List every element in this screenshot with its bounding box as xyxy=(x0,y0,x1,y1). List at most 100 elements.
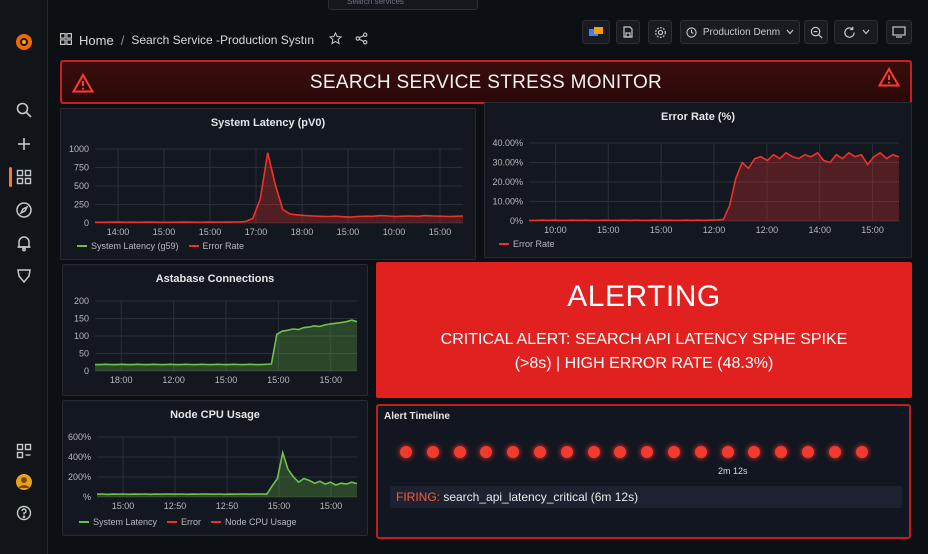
panel-error-rate[interactable]: Error Rate (%) 40.00% 30.00% 20.00% 10.00% 0… xyxy=(484,102,912,258)
top-bar: Home / Search Service -Production Systın… xyxy=(48,10,928,62)
grafana-logo-icon[interactable] xyxy=(14,32,34,52)
firing-alert-row[interactable]: FIRING: search_api_latency_critical (6m … xyxy=(390,486,902,508)
alert-status-panel[interactable]: ALERTING CRITICAL ALERT: SEARCH API LATE… xyxy=(376,262,912,398)
dashboards-icon[interactable] xyxy=(14,167,34,187)
x-tick-label: 10:00 xyxy=(383,227,406,237)
chart-legend: System Latency Error Node CPU Usage xyxy=(79,517,297,527)
legend-item[interactable]: Node CPU Usage xyxy=(211,517,297,527)
legend-item[interactable]: Error Rate xyxy=(499,239,555,249)
save-dashboard-button[interactable] xyxy=(616,20,640,44)
y-tick-label: 200 xyxy=(74,296,89,306)
x-tick-label: 14:00 xyxy=(808,225,831,235)
zoom-out-button[interactable] xyxy=(804,20,828,44)
alert-status: ALERTING xyxy=(567,280,721,313)
gear-icon xyxy=(654,26,666,38)
alert-timeline-panel[interactable]: Alert Timeline 2m 12s FIRING: search_api… xyxy=(376,404,911,539)
legend-label: System Latency (g59) xyxy=(91,241,179,251)
legend-item[interactable]: System Latency (g59) xyxy=(77,241,179,251)
top-search-input[interactable]: Search services xyxy=(328,0,478,10)
timeline-event-dot[interactable] xyxy=(560,446,573,458)
search-icon[interactable] xyxy=(14,100,34,120)
timeline-event-dot[interactable] xyxy=(668,446,680,458)
bell-icon[interactable] xyxy=(14,233,34,253)
timeline-event-dot[interactable] xyxy=(694,446,707,458)
legend-item[interactable]: Error xyxy=(167,517,201,527)
x-tick-label: 18:00 xyxy=(291,227,314,237)
x-tick-label: 15:00 xyxy=(861,225,884,235)
series-area xyxy=(95,152,463,223)
plugins-icon[interactable] xyxy=(14,441,34,461)
y-tick-label: 0% xyxy=(510,216,523,226)
x-tick-label: 15:00 xyxy=(268,501,291,511)
x-tick-label: 15:00 xyxy=(199,227,222,237)
timeline-event-dot[interactable] xyxy=(426,446,439,458)
refresh-icon xyxy=(843,26,855,38)
x-tick-label: 15:00 xyxy=(153,227,176,237)
panel-title: Alert Timeline xyxy=(384,411,450,422)
y-tick-label: 150 xyxy=(74,314,89,324)
help-icon[interactable] xyxy=(14,503,34,523)
stress-monitor-banner: SEARCH SERVICE STRESS MONITOR xyxy=(60,60,912,104)
timeline-event-dot[interactable] xyxy=(587,446,600,458)
timeline-event-dot[interactable] xyxy=(507,446,520,458)
x-tick-label: 15:00 xyxy=(267,375,290,385)
breadcrumb-dashboard[interactable]: Search Service -Production Systın xyxy=(131,33,314,47)
warning-icon xyxy=(878,67,900,87)
y-tick-label: 200% xyxy=(68,472,91,482)
latency-chart: 1000 750 500 250 0 14:00 15:00 15:00 17:00 18:00 1… xyxy=(69,144,464,237)
x-tick-label: 12:00 xyxy=(703,225,726,235)
database-connections-chart: 200 150 100 50 0 18:00 12:00 15:00 15:00 15:00 xyxy=(74,296,358,385)
panel-database-connections[interactable]: Astabase Connections 200 150 100 50 0 18:00 12… xyxy=(62,264,368,396)
y-tick-label: 50 xyxy=(79,349,89,359)
x-tick-label: 15:00 xyxy=(650,225,673,235)
timeline-event-dot[interactable] xyxy=(748,446,761,458)
settings-button[interactable] xyxy=(648,20,672,44)
timeline-event-dot[interactable] xyxy=(400,446,412,458)
star-icon[interactable] xyxy=(328,31,343,48)
breadcrumb: Home / Search Service -Production Systın xyxy=(60,31,368,48)
timeline-event-dot[interactable] xyxy=(614,446,627,458)
panel-system-latency[interactable]: System Latency (pV0) 1000 750 500 250 0 14:00… xyxy=(60,108,476,260)
x-tick-label: 12:50 xyxy=(216,501,239,511)
timeline-event-dot[interactable] xyxy=(453,446,466,458)
chart-legend: System Latency (g59) Error Rate xyxy=(77,241,244,251)
timeline-event-dot[interactable] xyxy=(802,446,814,458)
y-tick-label: 0 xyxy=(84,218,89,228)
timeline-event-dot[interactable] xyxy=(721,446,734,458)
explore-icon[interactable] xyxy=(14,200,34,220)
legend-item[interactable]: System Latency xyxy=(79,517,157,527)
timeline-event-dot[interactable] xyxy=(480,446,493,458)
chevron-down-icon xyxy=(862,29,869,35)
x-tick-label: 15:00 xyxy=(320,375,343,385)
y-tick-label: 400% xyxy=(68,452,91,462)
y-tick-label: 40.00% xyxy=(492,138,523,148)
y-tick-label: 1000 xyxy=(69,144,89,154)
timeline-event-dot[interactable] xyxy=(534,446,546,458)
avatar[interactable] xyxy=(14,472,34,492)
panel-node-cpu-usage[interactable]: Node CPU Usage 600% 400% 200%% 15:00 12:50 12… xyxy=(62,400,368,536)
refresh-button[interactable] xyxy=(834,20,878,44)
timeline-event-dot[interactable] xyxy=(855,446,868,458)
x-tick-label: 15:00 xyxy=(337,227,360,237)
monitor-icon xyxy=(892,26,906,38)
y-tick-label: 750 xyxy=(74,163,89,173)
zoom-out-icon xyxy=(810,26,822,38)
shield-icon[interactable] xyxy=(14,266,34,286)
breadcrumb-home[interactable]: Home xyxy=(79,33,114,48)
firing-alert-name: search_api_latency_critical (6m 12s) xyxy=(440,490,639,504)
timeline-event-dot[interactable] xyxy=(775,446,788,458)
add-panel-button[interactable] xyxy=(582,20,610,44)
tv-mode-button[interactable] xyxy=(886,20,912,44)
timeline-event-dot[interactable] xyxy=(828,446,841,458)
y-tick-label: 30.00% xyxy=(492,158,523,168)
plus-icon[interactable] xyxy=(14,134,34,154)
datasource-picker[interactable]: Production Denm xyxy=(680,20,800,44)
legend-item[interactable]: Error Rate xyxy=(188,241,244,251)
x-tick-label: 15:00 xyxy=(112,501,135,511)
y-tick-label: 10.00% xyxy=(492,197,523,207)
sidebar-active-indicator xyxy=(9,167,12,187)
share-icon[interactable] xyxy=(355,32,368,48)
breadcrumb-separator: / xyxy=(120,32,125,48)
timeline-event-dot[interactable] xyxy=(641,446,654,458)
alert-message-line: CRITICAL ALERT: SEARCH API LATENCY SPHE … xyxy=(440,331,848,348)
